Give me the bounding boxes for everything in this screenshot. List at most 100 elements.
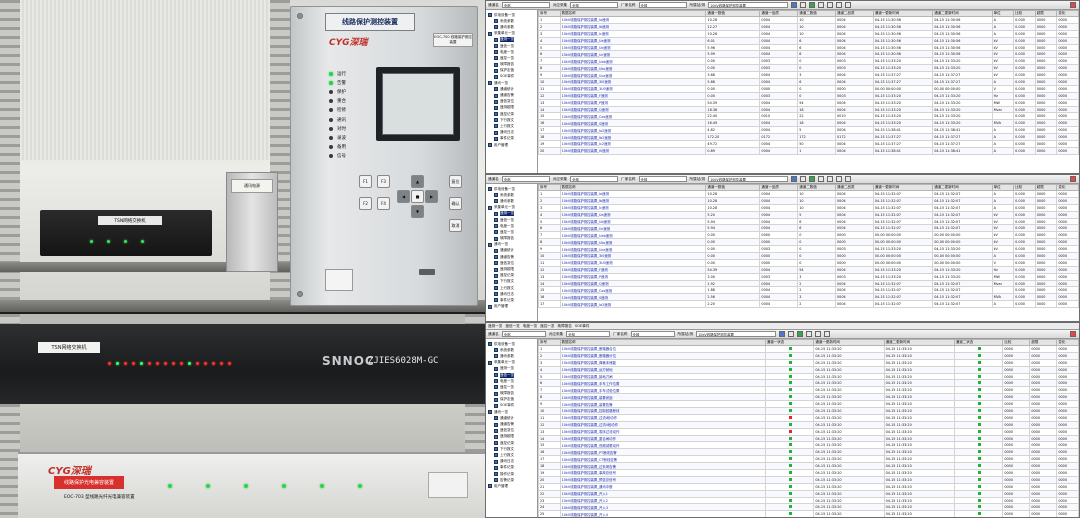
table-row[interactable]: 1 10kV线路保护测控装置_断路器合位 04-15 11:33:20 04-15 1… — [538, 345, 1079, 353]
table-row[interactable]: 4 10kV线路保护测控装置_Ua遥测 5.20 0004 5 0004 04-15 11:… — [538, 210, 1079, 219]
station-select[interactable]: 10kV线路保护测控装置 — [708, 2, 789, 8]
menu-tab[interactable]: 遥控一览 — [540, 324, 554, 329]
table-row[interactable]: 6 10kV线路保护测控装置_Uc遥测 5.94 0004 6 0004 04-15 11:… — [538, 224, 1079, 233]
table-row[interactable]: 16 10kV线路保护测控装置_PT断线告警 04-15 11:33:20 04-15… — [538, 448, 1079, 457]
table-row[interactable]: 8 10kV线路保护测控装置_Ubc遥测 0.00 0003 0 0003 04-15 11… — [538, 64, 1079, 73]
table-row[interactable]: 21 10kV线路保护测控装置_通讯中断 04-15 11:33:20 04-15 1… — [538, 482, 1079, 491]
table-row[interactable]: 8 10kV线路保护测控装置_装置闭锁 04-15 11:33:20 04-15 11… — [538, 393, 1079, 402]
tree-item[interactable]: 用户管理 — [488, 142, 535, 148]
close-icon[interactable] — [1070, 176, 1076, 182]
table-row[interactable]: 6 10kV线路保护测控装置_Uc遥测 5.99 0004 6 0004 04-15 11:… — [538, 50, 1079, 59]
table-row[interactable]: 1 10kV线路保护测控装置_Ia遥测 10.28 0004 10 0004 04-15 1… — [538, 16, 1079, 24]
table-row[interactable]: 24 10kV线路保护测控装置_开入3 04-15 11:33:20 04-15 11… — [538, 503, 1079, 512]
table-row[interactable]: 9 10kV线路保护测控装置_装置告警 04-15 11:33:20 04-15 11… — [538, 400, 1079, 409]
table-row[interactable]: 2 10kV线路保护测控装置_Ib遥测 10.28 0004 10 0004 04-15 1… — [538, 196, 1079, 205]
export-icon[interactable] — [809, 176, 816, 182]
table-row[interactable]: 11 10kV线路保护测控装置_3U0遥测 0.00 0000 0 0000 00-00 0… — [538, 258, 1079, 267]
table-row[interactable]: 9 10kV线路保护测控装置_Uca遥测 3.68 0004 3 0004 04-15 11… — [538, 71, 1079, 80]
table-row[interactable]: 1 10kV线路保护测控装置_Ia遥测 10.28 0004 10 0004 04-15 1… — [538, 190, 1079, 198]
table-row[interactable]: 13 10kV线路保护测控装置_P遥测 3.00 0003 3 0003 04-15 11:… — [538, 272, 1079, 281]
table-row[interactable]: 17 10kV线路保护测控装置_CT断线告警 04-15 11:33:20 04-15… — [538, 455, 1079, 464]
table-row[interactable]: 6 10kV线路保护测控装置_手车工作位置 04-15 11:33:20 04-15 … — [538, 379, 1079, 388]
table-row[interactable]: 15 10kV线路保护测控装置_低频减载动作 04-15 11:33:20 04-15… — [538, 441, 1079, 450]
table-row[interactable]: 7 10kV线路保护测控装置_手车试验位置 04-15 11:33:20 04-15 … — [538, 386, 1079, 395]
table-row[interactable]: 12 10kV线路保护测控装置_F遥测 0.00 0003 0 0003 04-15 11:… — [538, 91, 1079, 100]
table-row[interactable]: 10 10kV线路保护测控装置_3I0遥测 0.00 0000 0 0000 00-00 0… — [538, 252, 1079, 260]
channel-select[interactable]: 全部 — [501, 331, 546, 337]
collect-select[interactable]: 全部 — [566, 331, 611, 337]
next-page-icon[interactable] — [824, 331, 831, 337]
table-row[interactable]: 3 10kV线路保护测控装置_Ic遥测 10.26 0004 10 0004 04-15 1… — [538, 29, 1079, 38]
table-row[interactable]: 14 10kV线路保护测控装置_Q遥测 18.36 0004 18 0004 04-15 1… — [538, 105, 1079, 114]
close-icon[interactable] — [1070, 331, 1076, 337]
query-icon[interactable] — [779, 331, 786, 337]
table-row[interactable]: 16 10kV线路保护测控装置_S遥测 16.49 0004 16 0004 04-15 1… — [538, 119, 1079, 128]
table-row[interactable]: 13 10kV线路保护测控装置_零序过流动作 04-15 11:33:20 04-15… — [538, 427, 1079, 436]
table-row[interactable]: 20 10kV线路保护测控装置_I0遥测 0.89 0004 1 0004 04-15 11… — [538, 146, 1079, 155]
table-row[interactable]: 15 10kV线路保护测控装置_Cos遥测 22.40 0010 22 0010 04-15… — [538, 112, 1079, 121]
export-icon[interactable] — [809, 2, 816, 8]
menu-tab[interactable]: SOE事件 — [575, 324, 590, 329]
first-page-icon[interactable] — [827, 176, 834, 182]
collect-select[interactable]: 全部 — [570, 2, 619, 8]
collect-select[interactable]: 全部 — [570, 176, 619, 182]
table-row[interactable]: 17 10kV线路保护测控装置_Ia2遥测 2.20 0004 2 0004 04-15 1… — [538, 300, 1079, 309]
table-row[interactable]: 19 10kV线路保护测控装置_事故总信号 04-15 11:33:20 04-15 … — [538, 469, 1079, 477]
menu-tab[interactable]: 故障报告 — [558, 324, 572, 329]
table-row[interactable]: 9 10kV线路保护测控装置_Uca遥测 0.00 0003 0 0003 04-15 11… — [538, 245, 1079, 254]
next-page-icon[interactable] — [836, 176, 843, 182]
table-row[interactable]: 5 10kV线路保护测控装置_Ub遥测 5.96 0004 6 0004 04-15 11:… — [538, 43, 1079, 52]
table-row[interactable]: 3 10kV线路保护测控装置_弹簧未储能 04-15 11:33:20 04-15 1… — [538, 358, 1079, 367]
table-row[interactable]: 18 10kV线路保护测控装置_过负荷告警 04-15 11:33:20 04-15 … — [538, 462, 1079, 471]
table-row[interactable]: 4 10kV线路保护测控装置_Ua遥测 6.01 0004 6 0004 04-15 11:… — [538, 36, 1079, 45]
table-row[interactable]: 23 10kV线路保护测控装置_开入2 04-15 11:33:20 04-15 11… — [538, 496, 1079, 505]
table-row[interactable]: 4 10kV线路保护测控装置_远方就地 04-15 11:33:20 04-15 11… — [538, 365, 1079, 374]
refresh-icon[interactable] — [788, 331, 795, 337]
table-row[interactable]: 7 10kV线路保护测控装置_Uab遥测 0.00 0000 0 0000 00-00 00… — [538, 231, 1079, 240]
help-icon[interactable] — [845, 176, 852, 182]
table-row[interactable]: 2 10kV线路保护测控装置_断路器分位 04-15 11:33:20 04-15 1… — [538, 351, 1079, 360]
export-icon[interactable] — [797, 331, 804, 337]
table-row[interactable]: 25 10kV线路保护测控装置_开入4 04-15 11:33:20 04-15 11… — [538, 510, 1079, 517]
table-row[interactable]: 18 10kV线路保护测控装置_Ib2遥测 172.20 0172 172 0172 04-… — [538, 133, 1079, 142]
station-select[interactable]: 10kV线路保护测控装置 — [708, 176, 789, 182]
print-icon[interactable] — [818, 2, 825, 8]
channel-select[interactable]: 全部 — [501, 2, 550, 8]
table-row[interactable]: 5 10kV线路保护测控装置_Ub遥测 5.94 0004 6 0004 04-15 11:… — [538, 217, 1079, 226]
menu-tab[interactable]: 遥测一览 — [488, 324, 502, 329]
table-row[interactable]: 12 10kV线路保护测控装置_过流II段动作 04-15 11:33:20 04-1… — [538, 420, 1079, 429]
menu-tab[interactable]: 电度一览 — [523, 324, 537, 329]
first-page-icon[interactable] — [815, 331, 822, 337]
vendor-select[interactable]: 全部 — [638, 176, 687, 182]
refresh-icon[interactable] — [800, 2, 807, 8]
print-icon[interactable] — [818, 176, 825, 182]
first-page-icon[interactable] — [827, 2, 834, 8]
query-icon[interactable] — [791, 2, 798, 8]
refresh-icon[interactable] — [800, 176, 807, 182]
close-icon[interactable] — [1070, 2, 1076, 8]
table-row[interactable]: 12 10kV线路保护测控装置_F遥测 54.39 0004 54 0004 04-15 1… — [538, 265, 1079, 274]
table-row[interactable]: 8 10kV线路保护测控装置_Ubc遥测 0.00 0000 0 0000 00-00 00… — [538, 238, 1079, 247]
table-row[interactable]: 15 10kV线路保护测控装置_Cos遥测 1.88 0004 2 0004 04-15 1… — [538, 286, 1079, 295]
table-row[interactable]: 16 10kV线路保护测控装置_S遥测 2.56 0004 3 0004 04-15 11:… — [538, 293, 1079, 302]
table-row[interactable]: 20 10kV线路保护测控装置_预告总信号 04-15 11:33:20 04-15 … — [538, 475, 1079, 484]
table-row[interactable]: 14 10kV线路保护测控装置_Q遥测 1.92 0004 2 0004 04-15 11:… — [538, 279, 1079, 288]
table-row[interactable]: 5 10kV线路保护测控装置_接地刀闸 04-15 11:33:20 04-15 11… — [538, 372, 1079, 381]
help-icon[interactable] — [845, 2, 852, 8]
table-row[interactable]: 7 10kV线路保护测控装置_Uab遥测 0.00 0003 0 0003 04-15 11… — [538, 57, 1079, 66]
table-row[interactable]: 2 10kV线路保护测控装置_Ib遥测 12.27 0004 10 0004 04-15 1… — [538, 22, 1079, 31]
tree-item[interactable]: 用户管理 — [488, 483, 535, 489]
table-row[interactable]: 13 10kV线路保护测控装置_P遥测 54.39 0004 54 0004 04-15 1… — [538, 98, 1079, 107]
table-row[interactable]: 10 10kV线路保护测控装置_3I0遥测 5.86 0004 6 0004 04-15 1… — [538, 78, 1079, 86]
table-row[interactable]: 11 10kV线路保护测控装置_过流I段动作 04-15 11:33:20 04-15… — [538, 413, 1079, 422]
station-select[interactable]: 10kV线路保护测控装置 — [696, 331, 777, 337]
vendor-select[interactable]: 全部 — [638, 2, 687, 8]
table-row[interactable]: 14 10kV线路保护测控装置_重合闸动作 04-15 11:33:20 04-15 … — [538, 434, 1079, 443]
menu-tab[interactable]: 遥信一览 — [505, 324, 519, 329]
table-row[interactable]: 10 10kV线路保护测控装置_控制回路断线 04-15 11:33:20 04-15… — [538, 407, 1079, 415]
channel-select[interactable]: 全部 — [501, 176, 550, 182]
table-row[interactable]: 17 10kV线路保护测控装置_Ia2遥测 4.82 0004 5 0004 04-15 1… — [538, 126, 1079, 135]
table-row[interactable]: 19 10kV线路保护测控装置_Ic2遥测 49.72 0004 50 0004 04-15… — [538, 140, 1079, 148]
table-row[interactable]: 3 10kV线路保护测控装置_Ic遥测 10.28 0004 10 0004 04-15 1… — [538, 203, 1079, 212]
print-icon[interactable] — [806, 331, 813, 337]
